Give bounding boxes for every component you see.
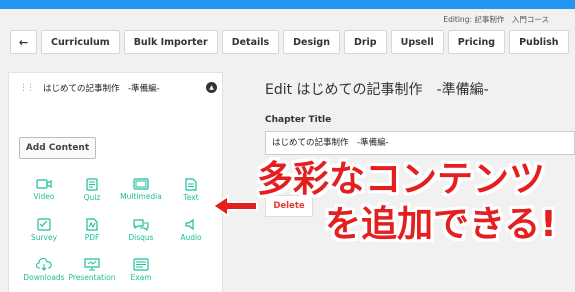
tab-publish[interactable]: Publish (509, 30, 569, 54)
downloads-icon (36, 258, 52, 271)
tab-upsell[interactable]: Upsell (390, 30, 444, 54)
content-type-survey[interactable]: Survey (20, 218, 68, 242)
content-type-label: Disqus (128, 233, 154, 242)
top-accent-bar (0, 0, 575, 9)
tab-drip[interactable]: Drip (343, 30, 387, 54)
curriculum-sidebar: ⋮⋮ はじめての記事制作 -準備編- ▲ Add Content Video Q… (8, 72, 223, 292)
add-content-button[interactable]: Add Content (19, 137, 96, 159)
content-type-label: Audio (180, 233, 202, 242)
tab-details[interactable]: Details (221, 30, 280, 54)
chapter-title-label: Chapter Title (265, 115, 332, 125)
arrow-left-icon: ← (18, 35, 29, 49)
content-type-label: PDF (84, 233, 100, 242)
multimedia-icon (133, 178, 149, 190)
content-type-multimedia[interactable]: Multimedia (117, 178, 165, 201)
content-type-quiz[interactable]: Quiz (68, 178, 116, 202)
content-type-text[interactable]: Text (167, 178, 215, 202)
content-type-presentation[interactable]: Presentation (68, 258, 116, 282)
tab-curriculum[interactable]: Curriculum (41, 30, 120, 54)
content-type-label: Downloads (23, 273, 65, 282)
content-type-video[interactable]: Video (20, 178, 68, 201)
content-type-label: Video (33, 192, 55, 201)
exam-icon (133, 258, 149, 271)
presentation-icon (84, 258, 100, 271)
content-type-downloads[interactable]: Downloads (20, 258, 68, 282)
content-type-audio[interactable]: Audio (167, 218, 215, 242)
content-type-label: Presentation (68, 273, 116, 282)
content-type-label: Multimedia (120, 192, 162, 201)
chapter-name[interactable]: はじめての記事制作 -準備編- (43, 82, 160, 94)
callout-line-2: を追加できる! (325, 204, 557, 245)
text-icon (185, 178, 197, 191)
content-type-exam[interactable]: Exam (117, 258, 165, 282)
tab-pricing[interactable]: Pricing (447, 30, 506, 54)
audio-icon (185, 218, 194, 231)
page-title: Edit はじめての記事制作 -準備編- (265, 82, 489, 98)
content-type-label: Survey (30, 233, 58, 242)
survey-icon (37, 218, 51, 231)
drag-handle-icon[interactable]: ⋮⋮ (19, 83, 35, 93)
chapter-row[interactable]: ⋮⋮ はじめての記事制作 -準備編- ▲ (19, 81, 217, 95)
pdf-icon (86, 218, 98, 231)
editing-indicator: Editing: 記事制作 入門コース (443, 14, 549, 25)
tab-bulk-importer[interactable]: Bulk Importer (123, 30, 218, 54)
content-type-label: Exam (130, 273, 152, 282)
course-toolbar: ← Curriculum Bulk Importer Details Desig… (10, 30, 569, 54)
back-button[interactable]: ← (10, 30, 37, 54)
content-type-disqus[interactable]: Disqus (117, 218, 165, 242)
editing-course-name: 記事制作 入門コース (474, 15, 549, 24)
content-type-label: Text (183, 193, 199, 202)
editing-label: Editing: (443, 15, 472, 24)
quiz-icon (86, 178, 98, 191)
content-type-label: Quiz (83, 193, 101, 202)
tab-design[interactable]: Design (283, 30, 340, 54)
arrow-left-icon (212, 195, 258, 217)
content-type-pdf[interactable]: PDF (68, 218, 116, 242)
disqus-icon (133, 219, 149, 231)
video-icon (36, 179, 52, 189)
chevron-up-icon[interactable]: ▲ (206, 82, 217, 93)
